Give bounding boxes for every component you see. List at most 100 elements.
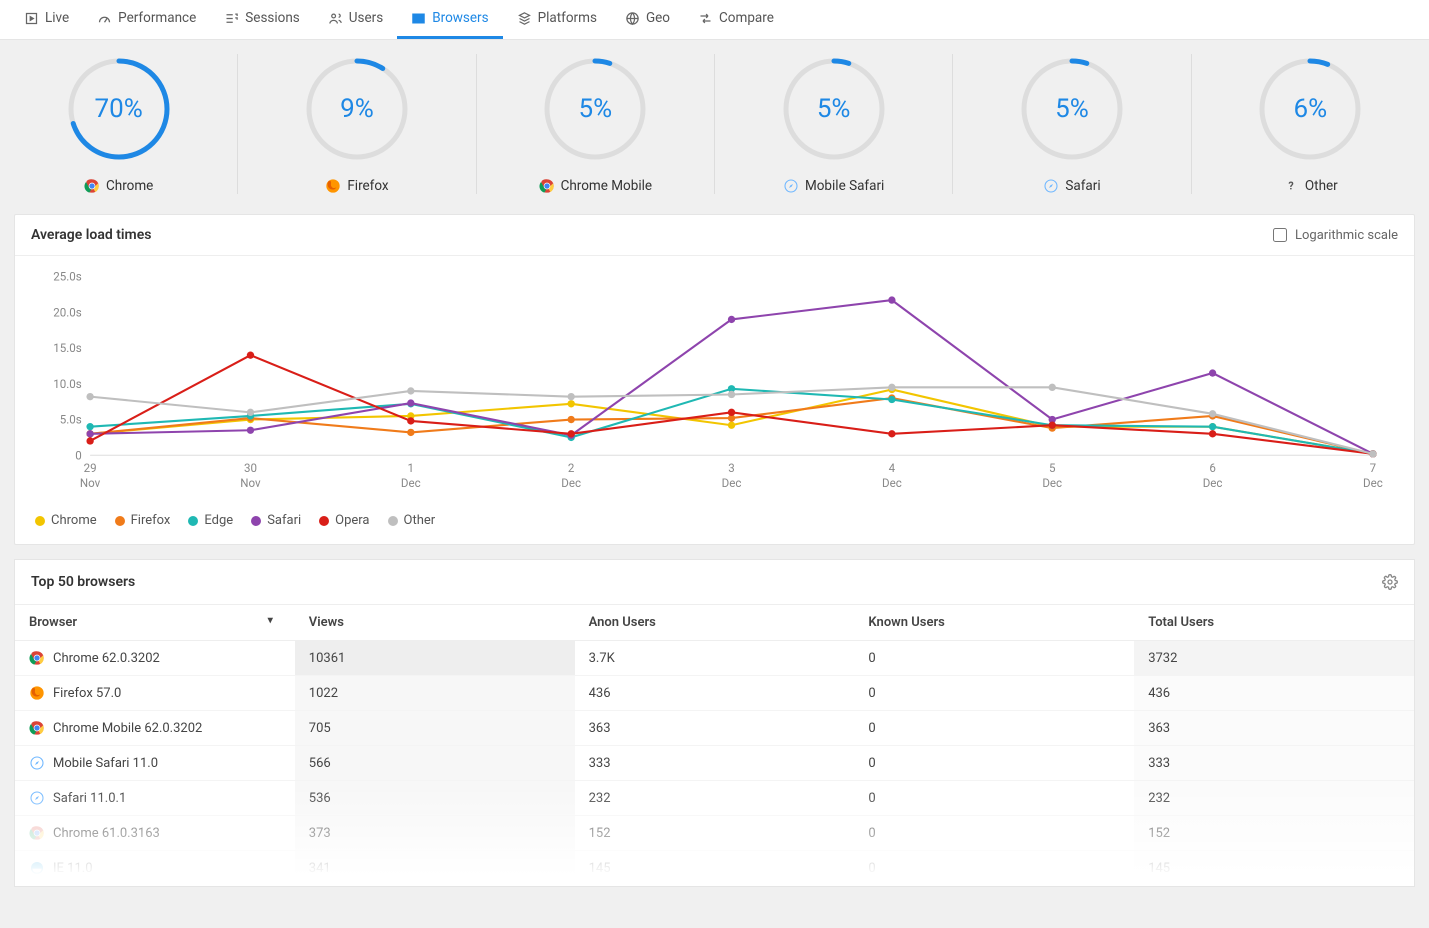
svg-text:29: 29 <box>84 461 97 475</box>
tab-performance[interactable]: Performance <box>83 0 210 39</box>
chrome-icon <box>539 178 555 194</box>
legend-item-safari[interactable]: Safari <box>251 513 301 528</box>
column-header-known-users[interactable]: Known Users <box>854 605 1134 641</box>
svg-text:20.0s: 20.0s <box>53 305 82 319</box>
tab-platforms[interactable]: Platforms <box>503 0 611 39</box>
svg-text:Nov: Nov <box>240 476 261 490</box>
cell-views: 705 <box>295 711 575 746</box>
safari-icon <box>783 178 799 194</box>
tab-users[interactable]: Users <box>314 0 397 39</box>
browser-stat-mobile-safari[interactable]: 5%Mobile Safari <box>715 54 953 194</box>
cell-known: 0 <box>854 746 1134 781</box>
svg-text:Dec: Dec <box>1363 476 1383 490</box>
cell-total: 232 <box>1134 781 1414 816</box>
svg-text:1: 1 <box>408 461 415 475</box>
tab-browsers[interactable]: Browsers <box>397 0 502 39</box>
table-row[interactable]: Mobile Safari 11.05663330333 <box>15 746 1414 781</box>
cell-anon: 436 <box>575 676 855 711</box>
legend-dot <box>319 516 329 526</box>
svg-text:3: 3 <box>728 461 735 475</box>
browser-stat-safari[interactable]: 5%Safari <box>953 54 1191 194</box>
browser-stat-chrome[interactable]: 70%Chrome <box>0 54 238 194</box>
stat-label: ? Other <box>1202 178 1419 194</box>
browser-stat-firefox[interactable]: 9%Firefox <box>238 54 476 194</box>
column-header-views[interactable]: Views <box>295 605 575 641</box>
cell-known: 0 <box>854 851 1134 886</box>
table-row[interactable]: Chrome 61.0.31633731520152 <box>15 816 1414 851</box>
stat-label-text: Chrome Mobile <box>561 178 653 194</box>
cell-views: 1022 <box>295 676 575 711</box>
column-label: Browser <box>29 615 77 630</box>
donut-percent: 70% <box>64 54 174 164</box>
browser-name: Firefox 57.0 <box>53 686 121 701</box>
cell-anon: 145 <box>575 851 855 886</box>
svg-text:30: 30 <box>244 461 257 475</box>
table-row[interactable]: Chrome Mobile 62.0.32027053630363 <box>15 711 1414 746</box>
compare-icon <box>698 11 713 26</box>
svg-text:4: 4 <box>889 461 896 475</box>
table-row[interactable]: Firefox 57.010224360436 <box>15 676 1414 711</box>
stat-label-text: Safari <box>1065 178 1100 194</box>
legend-item-other[interactable]: Other <box>388 513 436 528</box>
cell-known: 0 <box>854 711 1134 746</box>
stat-label: Chrome Mobile <box>487 178 704 194</box>
browser-name: Chrome Mobile 62.0.3202 <box>53 721 202 736</box>
safari-icon <box>1043 178 1059 194</box>
legend-item-firefox[interactable]: Firefox <box>115 513 171 528</box>
tab-compare[interactable]: Compare <box>684 0 788 39</box>
tab-label: Live <box>45 10 69 26</box>
cell-total: 3732 <box>1134 641 1414 676</box>
table-title: Top 50 browsers <box>31 574 135 590</box>
browser-name: IE 11.0 <box>53 861 93 876</box>
tab-label: Platforms <box>538 10 597 26</box>
chart-legend: Chrome Firefox Edge Safari Opera Other <box>15 497 1414 544</box>
firefox-icon <box>29 685 45 701</box>
log-scale-checkbox[interactable] <box>1273 228 1287 242</box>
chrome-icon <box>84 178 100 194</box>
stat-label-text: Other <box>1305 178 1338 194</box>
cell-views: 373 <box>295 816 575 851</box>
table-row[interactable]: Safari 11.0.15362320232 <box>15 781 1414 816</box>
svg-text:?: ? <box>1288 179 1293 192</box>
tab-sessions[interactable]: Sessions <box>210 0 314 39</box>
svg-text:Dec: Dec <box>561 476 581 490</box>
chrome-icon <box>29 825 45 841</box>
legend-item-edge[interactable]: Edge <box>188 513 233 528</box>
svg-text:Dec: Dec <box>1203 476 1223 490</box>
svg-text:0: 0 <box>75 448 82 462</box>
tab-live[interactable]: Live <box>10 0 83 39</box>
gear-icon[interactable] <box>1382 574 1398 590</box>
legend-dot <box>251 516 261 526</box>
svg-text:10.0s: 10.0s <box>53 377 82 391</box>
stat-label: Firefox <box>248 178 465 194</box>
tab-geo[interactable]: Geo <box>611 0 684 39</box>
column-label: Total Users <box>1148 615 1214 630</box>
safari-icon <box>29 755 45 771</box>
svg-text:7: 7 <box>1370 461 1376 475</box>
legend-item-chrome[interactable]: Chrome <box>35 513 97 528</box>
column-header-browser[interactable]: Browser ▾ <box>15 605 295 641</box>
gauge-icon <box>97 11 112 26</box>
browser-share-row: 70%Chrome9%Firefox5%Chrome Mobile5%Mobil… <box>0 40 1429 200</box>
legend-item-opera[interactable]: Opera <box>319 513 369 528</box>
svg-text:2: 2 <box>568 461 575 475</box>
log-scale-toggle[interactable]: Logarithmic scale <box>1273 228 1398 243</box>
tab-label: Browsers <box>432 10 488 26</box>
chevron-down-icon: ▾ <box>268 615 273 626</box>
column-header-anon-users[interactable]: Anon Users <box>575 605 855 641</box>
cell-views: 341 <box>295 851 575 886</box>
tab-label: Sessions <box>245 10 300 26</box>
cell-known: 0 <box>854 641 1134 676</box>
browser-name: Chrome 62.0.3202 <box>53 651 160 666</box>
cell-known: 0 <box>854 781 1134 816</box>
legend-label: Safari <box>267 513 301 528</box>
load-times-chart: 05.0s10.0s15.0s20.0s25.0s29Nov30Nov1Dec2… <box>27 266 1394 497</box>
browser-stat-other[interactable]: 6%?Other <box>1192 54 1429 194</box>
table-row[interactable]: Chrome 62.0.3202103613.7K03732 <box>15 641 1414 676</box>
browser-stat-chrome-mobile[interactable]: 5%Chrome Mobile <box>477 54 715 194</box>
browser-name: Safari 11.0.1 <box>53 791 126 806</box>
column-header-total-users[interactable]: Total Users <box>1134 605 1414 641</box>
table-row[interactable]: IE 11.03411450145 <box>15 851 1414 886</box>
platforms-icon <box>517 11 532 26</box>
stat-label: Safari <box>963 178 1180 194</box>
